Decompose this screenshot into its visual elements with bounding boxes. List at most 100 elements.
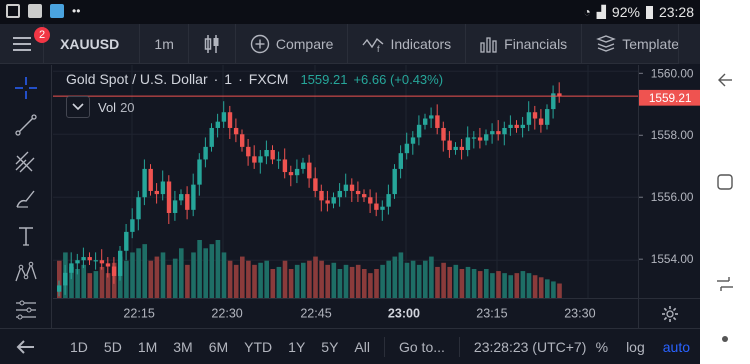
candle-body <box>545 109 550 125</box>
volume-bar <box>423 260 428 298</box>
range-button-5y[interactable]: 5Y <box>313 339 346 355</box>
measure-tool[interactable] <box>13 297 39 323</box>
volume-bar <box>282 260 288 298</box>
pattern-icon <box>15 261 37 282</box>
volume-bar <box>130 252 135 298</box>
templates-icon <box>596 34 617 52</box>
goto-button[interactable]: Go to... <box>391 339 453 355</box>
android-nav-bar <box>700 0 750 364</box>
chevron-down-icon <box>72 103 84 111</box>
fib-tool[interactable] <box>13 149 39 175</box>
candle-body <box>227 112 233 128</box>
candle-body <box>508 124 513 128</box>
plus-circle-icon <box>250 34 270 53</box>
range-button-1y[interactable]: 1Y <box>280 339 313 355</box>
range-button-1m[interactable]: 1M <box>130 339 165 355</box>
candle-body <box>453 146 458 151</box>
text-tool[interactable] <box>13 223 39 249</box>
status-clock: 23:28 <box>658 4 694 20</box>
trend-line-tool[interactable] <box>13 112 39 138</box>
auto-scale-toggle[interactable]: auto <box>663 339 690 355</box>
candle-body <box>441 127 446 141</box>
log-scale-toggle[interactable]: log <box>626 339 645 355</box>
nav-recents-icon[interactable] <box>715 274 735 294</box>
main-menu-button[interactable]: 2 <box>0 23 50 64</box>
volume-legend[interactable]: Vol 20 <box>66 96 135 118</box>
candle-body <box>349 184 355 191</box>
volume-bar <box>514 273 520 298</box>
brush-tool[interactable] <box>13 186 39 212</box>
trend-line-icon <box>15 114 37 136</box>
volume-bar <box>471 269 477 298</box>
sliders-icon <box>16 300 36 320</box>
candle-body <box>319 190 324 201</box>
candle-body <box>142 168 147 198</box>
volume-bar <box>81 264 86 298</box>
candle-body <box>288 172 294 176</box>
candle-body <box>471 137 477 139</box>
pattern-tool[interactable] <box>13 260 39 286</box>
candle-body <box>270 150 275 160</box>
text-icon <box>19 227 33 246</box>
candle-body <box>185 194 190 210</box>
back-button[interactable] <box>0 329 52 364</box>
legend-separator: · <box>213 71 219 87</box>
range-button-ytd[interactable]: YTD <box>236 339 280 355</box>
chart-legend[interactable]: Gold Spot / U.S. Dollar · 1 · FXCM 1559.… <box>66 71 443 87</box>
timezone-clock[interactable]: 23:28:23 (UTC+7) <box>466 339 594 355</box>
scale-options: % log auto <box>596 329 690 364</box>
symbol-search-button[interactable]: XAUUSD <box>44 23 141 64</box>
candle-body <box>538 118 544 125</box>
volume-bar <box>337 269 343 298</box>
range-button-5d[interactable]: 5D <box>96 339 130 355</box>
crosshair-tool[interactable] <box>13 75 39 101</box>
volume-bar <box>374 269 379 298</box>
range-button-all[interactable]: All <box>346 339 378 355</box>
candle-body <box>81 257 86 261</box>
volume-bar <box>209 244 215 298</box>
candle-body <box>447 140 452 151</box>
time-tick-label: 22:30 <box>211 306 242 320</box>
volume-bar <box>545 279 550 298</box>
range-button-6m[interactable]: 6M <box>201 339 236 355</box>
divider <box>458 336 460 357</box>
volume-bar <box>453 264 459 298</box>
more-toolbar-icon[interactable] <box>678 24 700 64</box>
volume-bar <box>416 264 422 298</box>
range-button-1d[interactable]: 1D <box>62 339 96 355</box>
volume-bar <box>538 277 544 298</box>
range-button-3m[interactable]: 3M <box>165 339 200 355</box>
divider <box>383 336 385 357</box>
collapse-legend-button[interactable] <box>66 96 90 118</box>
volume-bars <box>57 240 562 298</box>
percent-scale-toggle[interactable]: % <box>596 339 608 355</box>
candle-body <box>240 134 245 147</box>
legend-last-price: 1559.21 <box>300 71 348 87</box>
volume-bar <box>136 248 141 298</box>
volume-bar <box>441 262 446 298</box>
time-axis[interactable]: 22:15 22:30 22:45 23:00 23:15 23:30 <box>53 298 638 328</box>
price-axis[interactable]: 1560.00 1558.00 1556.00 1554.00 1559.21 <box>638 65 700 327</box>
price-tick-label: 1558.00 <box>651 128 694 142</box>
indicators-button[interactable]: f Indicators <box>348 23 467 64</box>
candle-body <box>99 260 105 264</box>
volume-bar <box>246 260 251 298</box>
signal-icon: ▟ <box>596 5 606 19</box>
chart-style-button[interactable] <box>189 23 236 64</box>
price-chart[interactable] <box>53 65 638 327</box>
volume-bar <box>484 269 489 298</box>
volume-bar <box>435 266 440 298</box>
brush-icon <box>16 190 35 208</box>
interval-button[interactable]: 1m <box>140 23 189 64</box>
candle-body <box>136 197 141 220</box>
volume-bar <box>508 275 513 298</box>
nav-back-icon[interactable] <box>717 72 733 88</box>
financials-button[interactable]: Financials <box>466 23 583 64</box>
volume-bar <box>264 260 269 298</box>
battery-icon <box>645 5 653 19</box>
compare-button[interactable]: Compare <box>236 23 349 64</box>
candle-body <box>148 168 153 191</box>
nav-home-icon[interactable] <box>717 174 733 190</box>
volume-bar <box>380 264 385 298</box>
chart-settings-button[interactable] <box>638 298 700 328</box>
